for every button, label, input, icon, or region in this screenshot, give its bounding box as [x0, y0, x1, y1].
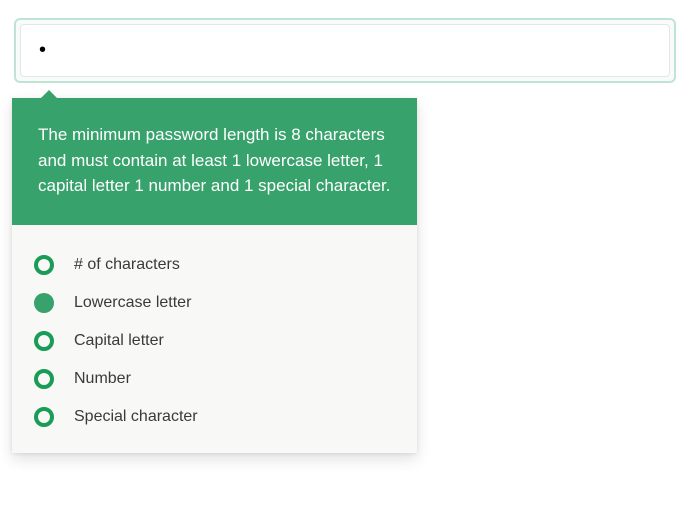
rule-special-char: Special character [34, 407, 395, 427]
rule-capital: Capital letter [34, 331, 395, 351]
rule-label: # of characters [74, 256, 180, 274]
password-input[interactable] [20, 24, 670, 77]
circle-icon [34, 407, 54, 427]
password-rules-list: # of characters Lowercase letter Capital… [12, 225, 417, 453]
rule-lowercase: Lowercase letter [34, 293, 395, 313]
password-requirements-popover: The minimum password length is 8 charact… [12, 98, 417, 453]
rule-label: Special character [74, 408, 198, 426]
circle-icon [34, 293, 54, 313]
rule-label: Number [74, 370, 131, 388]
password-field-wrap [14, 18, 676, 83]
password-instructions: The minimum password length is 8 charact… [12, 98, 417, 225]
rule-label: Lowercase letter [74, 294, 191, 312]
circle-icon [34, 255, 54, 275]
circle-icon [34, 331, 54, 351]
popover-arrow [40, 90, 58, 99]
rule-number: Number [34, 369, 395, 389]
rule-min-characters: # of characters [34, 255, 395, 275]
circle-icon [34, 369, 54, 389]
rule-label: Capital letter [74, 332, 164, 350]
